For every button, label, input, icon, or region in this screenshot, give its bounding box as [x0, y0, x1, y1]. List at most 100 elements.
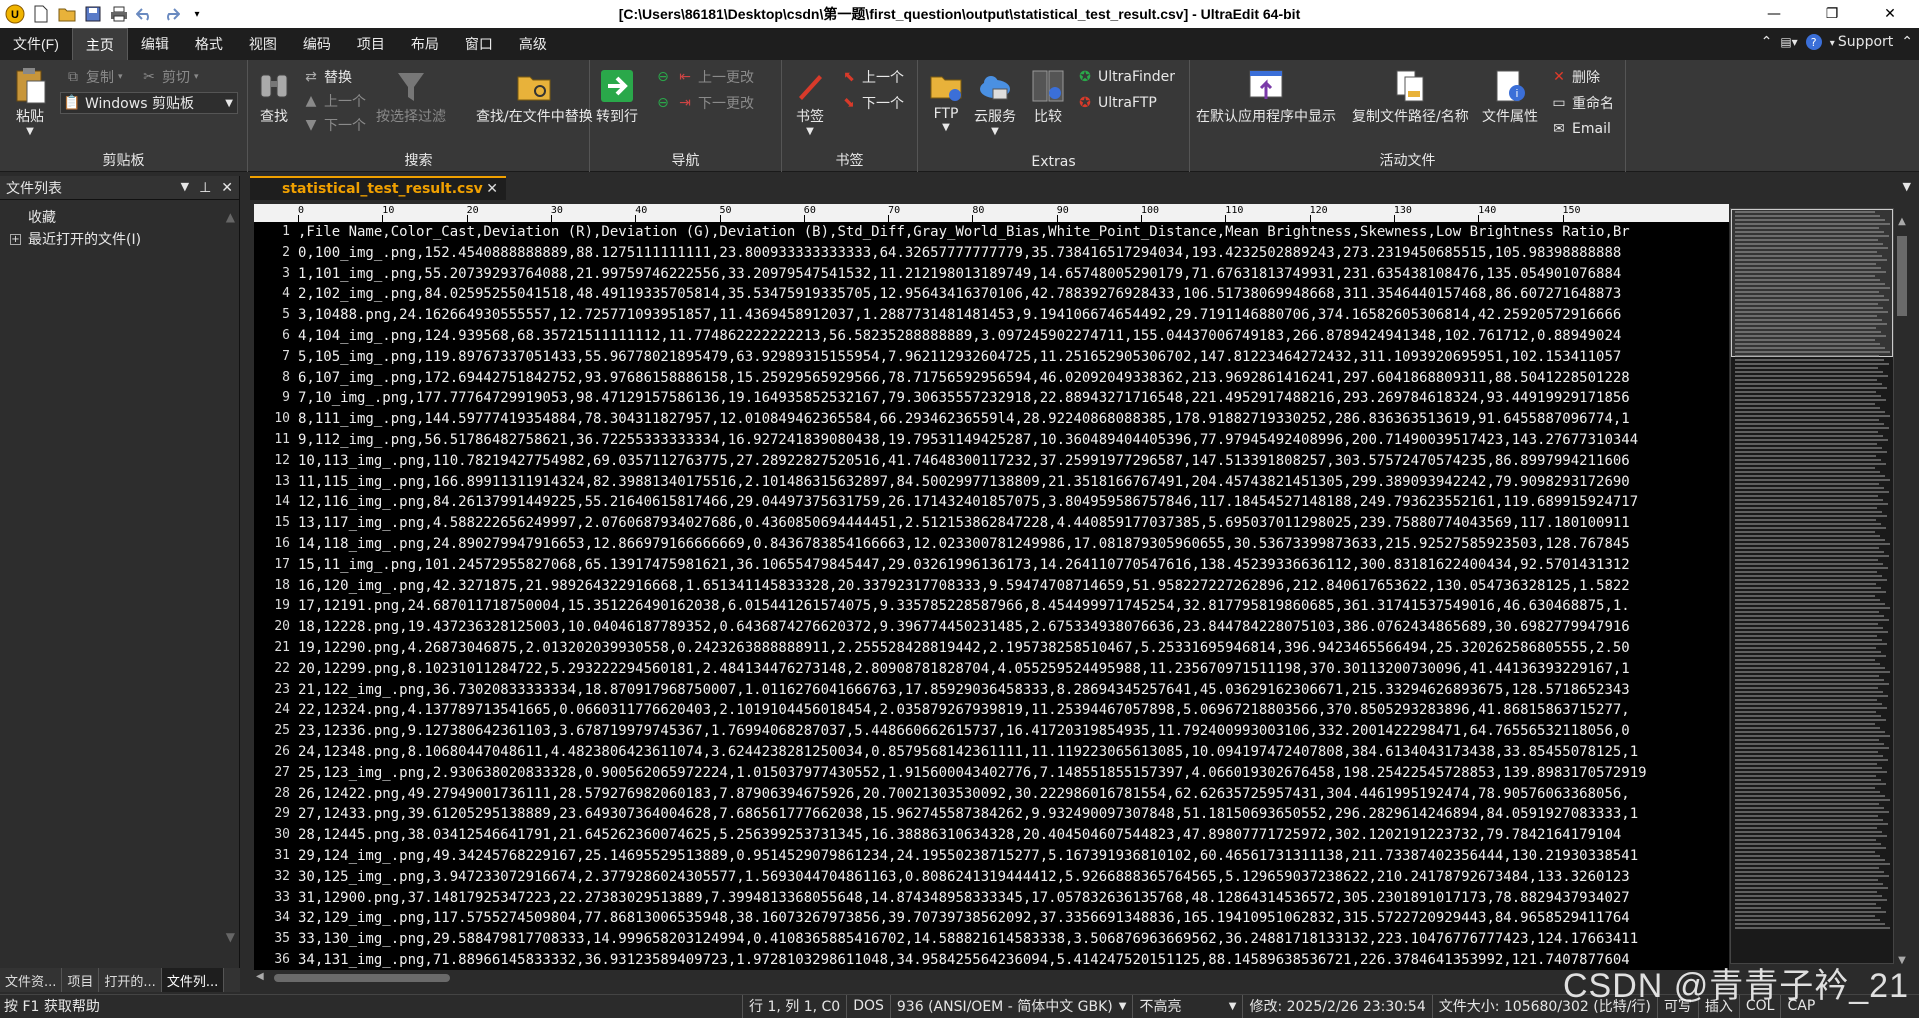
ultraftp-button[interactable]: ✪ UltraFTP — [1076, 92, 1157, 114]
tab-statistical-test-result[interactable]: statistical_test_result.csv ✕ — [250, 176, 506, 200]
close-panel-icon[interactable]: ✕ — [221, 180, 233, 196]
menu-tab-4[interactable]: 视图 — [236, 28, 290, 60]
undo-icon[interactable] — [134, 3, 156, 25]
sidebar-tab-3[interactable]: 文件列... — [161, 968, 225, 992]
scroll-left-arrow-icon[interactable]: ◀ — [256, 971, 264, 982]
minimize-button[interactable]: — — [1745, 0, 1803, 28]
scroll-up-icon[interactable]: ▲ — [226, 210, 235, 224]
code-line[interactable]: 21,122_img_.png,36.73020833333334,18.870… — [298, 680, 1729, 701]
layout-icon[interactable]: ▤▾ — [1780, 35, 1797, 49]
minimap[interactable] — [1730, 208, 1894, 964]
menu-tab-2[interactable]: 编辑 — [128, 28, 182, 60]
copy-path-button[interactable]: 复制文件路径/名称 — [1352, 66, 1469, 126]
code-line[interactable]: 24,12348.png,8.10680447048611,4.48238064… — [298, 742, 1729, 763]
sidebar-tab-0[interactable]: 文件资... — [0, 968, 63, 992]
save-icon[interactable] — [82, 3, 104, 25]
horizontal-scrollbar[interactable]: ◀ — [254, 970, 1729, 986]
compare-button[interactable]: 比较 — [1028, 66, 1068, 126]
code-line[interactable]: 13,117_img_.png,4.588222656249997,2.0760… — [298, 513, 1729, 534]
menu-tab-9[interactable]: 高级 — [506, 28, 560, 60]
next-change-button[interactable]: ⊖ ⇥ 下一更改 — [654, 92, 754, 114]
code-line[interactable]: 16,120_img_.png,42.3271875,21.9892643229… — [298, 576, 1729, 597]
code-line[interactable]: 5,105_img_.png,119.89767337051433,55.967… — [298, 347, 1729, 368]
code-line[interactable]: 26,12422.png,49.27949001736111,28.579276… — [298, 784, 1729, 805]
filter-selection-button[interactable]: 按选择过滤 — [376, 66, 446, 126]
code-line[interactable]: 6,107_img_.png,172.69442751842752,93.976… — [298, 368, 1729, 389]
support-menu[interactable]: ▾ Support — [1830, 34, 1894, 50]
sidebar-tab-2[interactable]: 打开的... — [99, 968, 162, 992]
editor-pane[interactable]: 0 10 20 30 40 50 60 70 80 90 100 110 120 130 140 150 12… — [254, 204, 1729, 974]
sidebar-tab-1[interactable]: 项目 — [62, 968, 100, 992]
paste-button[interactable]: 粘贴 ▼ — [10, 66, 50, 137]
code-line[interactable]: ,File Name,Color_Cast,Deviation (R),Devi… — [298, 222, 1729, 243]
code-line[interactable]: 23,12336.png,9.127380642361103,3.6787199… — [298, 721, 1729, 742]
code-line[interactable]: 3,10488.png,24.162664930555557,12.725771… — [298, 305, 1729, 326]
new-file-icon[interactable] — [30, 3, 52, 25]
close-button[interactable]: ✕ — [1861, 0, 1919, 28]
menu-tab-7[interactable]: 布局 — [398, 28, 452, 60]
code-line[interactable]: 18,12228.png,19.437236328125003,10.04046… — [298, 617, 1729, 638]
menu-tab-8[interactable]: 窗口 — [452, 28, 506, 60]
code-line[interactable]: 34,131_img_.png,71.88966145833332,36.931… — [298, 950, 1729, 971]
show-in-default-app-button[interactable]: 在默认应用程序中显示 — [1196, 66, 1336, 126]
goto-line-button[interactable]: 转到行 — [596, 66, 638, 126]
prev-change-button[interactable]: ⊖ ⇤ 上一更改 — [654, 66, 754, 88]
close-tab-icon[interactable]: ✕ — [486, 181, 498, 197]
open-folder-icon[interactable] — [56, 3, 78, 25]
ultrafinder-button[interactable]: ✪ UltraFinder — [1076, 66, 1175, 88]
horizontal-scroll-thumb[interactable] — [274, 974, 450, 982]
code-line[interactable]: 1,101_img_.png,55.20739293764088,21.9975… — [298, 264, 1729, 285]
favorites-item[interactable]: 收藏 — [0, 206, 239, 228]
cloud-services-button[interactable]: 云服务 ▼ — [974, 66, 1016, 137]
tab-list-dropdown-icon[interactable]: ▼ — [1903, 180, 1911, 193]
code-line[interactable]: 12,116_img_.png,84.26137991449225,55.216… — [298, 492, 1729, 513]
bookmark-button[interactable]: 书签 ▼ — [790, 66, 830, 137]
prev-bookmark-button[interactable]: ⬉ 上一个 — [840, 66, 904, 88]
recent-files-item[interactable]: + 最近打开的文件(I) — [0, 228, 239, 250]
code-line[interactable]: 31,12900.png,37.14817925347223,22.273830… — [298, 888, 1729, 909]
help-icon[interactable]: ? — [1805, 34, 1822, 50]
code-line[interactable]: 14,118_img_.png,24.890279947916653,12.86… — [298, 534, 1729, 555]
codepage-select[interactable]: 936 (ANSI/OEM - 简体中文 GBK) ▼ — [889, 994, 1133, 1018]
vertical-scroll-thumb[interactable] — [1897, 236, 1907, 316]
print-icon[interactable] — [108, 3, 130, 25]
code-line[interactable]: 22,12324.png,4.137789713541665,0.0660311… — [298, 700, 1729, 721]
delete-file-button[interactable]: ✕ 删除 — [1550, 66, 1600, 88]
code-area[interactable]: ,File Name,Color_Cast,Deviation (R),Devi… — [298, 222, 1729, 974]
menu-tab-6[interactable]: 项目 — [344, 28, 398, 60]
code-line[interactable]: 19,12290.png,4.26873046875,2.01320203993… — [298, 638, 1729, 659]
code-line[interactable]: 29,124_img_.png,49.34245768229167,25.146… — [298, 846, 1729, 867]
code-line[interactable]: 33,130_img_.png,29.588479817708333,14.99… — [298, 929, 1729, 950]
code-line[interactable]: 2,102_img_.png,84.02595255041518,48.4911… — [298, 284, 1729, 305]
rename-file-button[interactable]: ▭ 重命名 — [1550, 92, 1614, 114]
redo-icon[interactable] — [160, 3, 182, 25]
line-ending[interactable]: DOS — [846, 994, 890, 1018]
cursor-position[interactable]: 行 1, 列 1, C0 — [742, 994, 846, 1018]
panel-menu-icon[interactable]: ▼ — [181, 180, 189, 196]
code-line[interactable]: 27,12433.png,39.61205295138889,23.649307… — [298, 804, 1729, 825]
code-line[interactable]: 4,104_img_.png,124.939568,68.35721511111… — [298, 326, 1729, 347]
code-line[interactable]: 8,111_img_.png,144.59777419354884,78.304… — [298, 409, 1729, 430]
scroll-down-icon[interactable]: ▼ — [226, 930, 235, 944]
clipboard-select[interactable]: 📋 Windows 剪贴板 ▼ — [60, 92, 238, 114]
find-in-files-button[interactable]: 查找/在文件中替换 — [476, 66, 593, 126]
customize-toolbar-icon[interactable]: ▾ — [186, 3, 208, 25]
ftp-button[interactable]: FTP ▼ — [926, 66, 966, 133]
find-next-button[interactable]: ▼ 下一个 — [302, 114, 366, 136]
code-line[interactable]: 15,11_img_.png,101.24572955827068,65.139… — [298, 555, 1729, 576]
replace-button[interactable]: ⇄ 替换 — [302, 66, 352, 88]
menu-tab-5[interactable]: 编码 — [290, 28, 344, 60]
collapse-ribbon-icon[interactable]: ⌃ — [1761, 34, 1773, 50]
next-bookmark-button[interactable]: ⬊ 下一个 — [840, 92, 904, 114]
copy-button[interactable]: ⧉ 复制 ▾ — [64, 66, 123, 88]
code-line[interactable]: 7,10_img_.png,177.77764729919053,98.4712… — [298, 388, 1729, 409]
code-line[interactable]: 0,100_img_.png,152.4540888888889,88.1275… — [298, 243, 1729, 264]
highlight-select[interactable]: 不高亮 ▼ — [1132, 994, 1242, 1018]
file-properties-button[interactable]: i 文件属性 — [1482, 66, 1538, 126]
code-line[interactable]: 11,115_img_.png,166.89911311914324,82.39… — [298, 472, 1729, 493]
menu-tab-1[interactable]: 主页 — [71, 28, 128, 60]
menu-tab-3[interactable]: 格式 — [182, 28, 236, 60]
code-line[interactable]: 9,112_img_.png,56.51786482758621,36.7225… — [298, 430, 1729, 451]
code-line[interactable]: 32,129_img_.png,117.57552745098­04,77.86… — [298, 908, 1729, 929]
cut-button[interactable]: ✂ 剪切 ▾ — [140, 66, 198, 88]
